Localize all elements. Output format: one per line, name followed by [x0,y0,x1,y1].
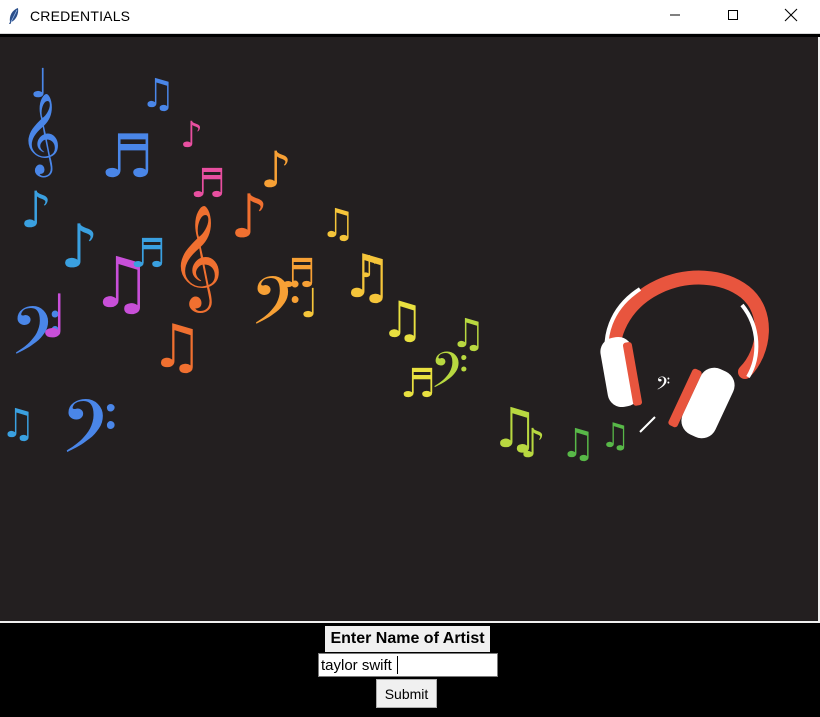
music-note-icon: ♬ [100,122,154,192]
music-note-icon: ♩ [40,282,68,352]
title-bar[interactable]: CREDENTIALS [0,0,820,34]
music-note-icon: ♫ [150,312,204,382]
music-note-icon: ♫ [0,401,36,447]
music-note-icon: ♫ [450,311,486,357]
submit-button[interactable]: Submit [376,679,437,708]
maximize-icon [727,8,739,26]
music-note-icon: ♪ [520,421,546,467]
minimize-icon [669,8,681,26]
window-title: CREDENTIALS [30,8,131,24]
music-notes-headphones-image: 𝄞 ♪ 𝄢 𝄢 ♬ ♫ ♪ ♬ ♫ ♩ ♬ ♪ 𝄞 ♫ ♪ 𝄢 ♬ ♪ ♫ ♫ ♩ ♫ ♬ ♪ 𝄢 ♫ ♫ ♪ ♫ ♫ ♩ ♫ 𝄢 [0,37,818,621]
music-note-icon: ♩ [30,61,49,107]
text-cursor [397,656,398,674]
minimize-button[interactable] [646,0,704,34]
music-note-icon: 𝄞 [170,204,223,313]
music-note-icon: ♪ [180,115,203,156]
app-window: CREDENTIALS 𝄞 ♪ 𝄢 𝄢 ♬ ♫ ♪ ♬ ♫ ♩ ♬ ♪ 𝄞 ♫ ♪ 𝄢 ♬ ♪ ♫ ♫ ♩ ♫ ♬ ♪ 𝄢 ♫ ♫ ♪… [0,0,820,717]
close-button[interactable] [762,0,820,34]
artist-label: Enter Name of Artist [325,626,490,652]
music-note-icon: ♫ [560,421,596,467]
music-note-icon: 𝄢 [60,384,118,489]
canvas-border [0,621,820,623]
music-note-icon: ♫ [320,201,356,247]
music-note-icon: ♪ [20,181,52,239]
svg-text:𝄢: 𝄢 [656,374,670,399]
close-icon [784,8,798,27]
music-note-icon: ♬ [130,231,166,277]
feather-icon [6,7,22,25]
music-note-icon: ♫ [600,416,630,456]
music-note-icon: ♫ [380,291,425,349]
maximize-button[interactable] [704,0,762,34]
music-note-icon: ♫ [140,71,176,117]
artist-input[interactable] [318,653,498,677]
music-note-icon: ♬ [190,161,226,207]
music-note-icon: ♪ [360,250,379,285]
music-note-icon: ♪ [260,141,292,199]
music-note-icon: ♩ [300,281,319,327]
